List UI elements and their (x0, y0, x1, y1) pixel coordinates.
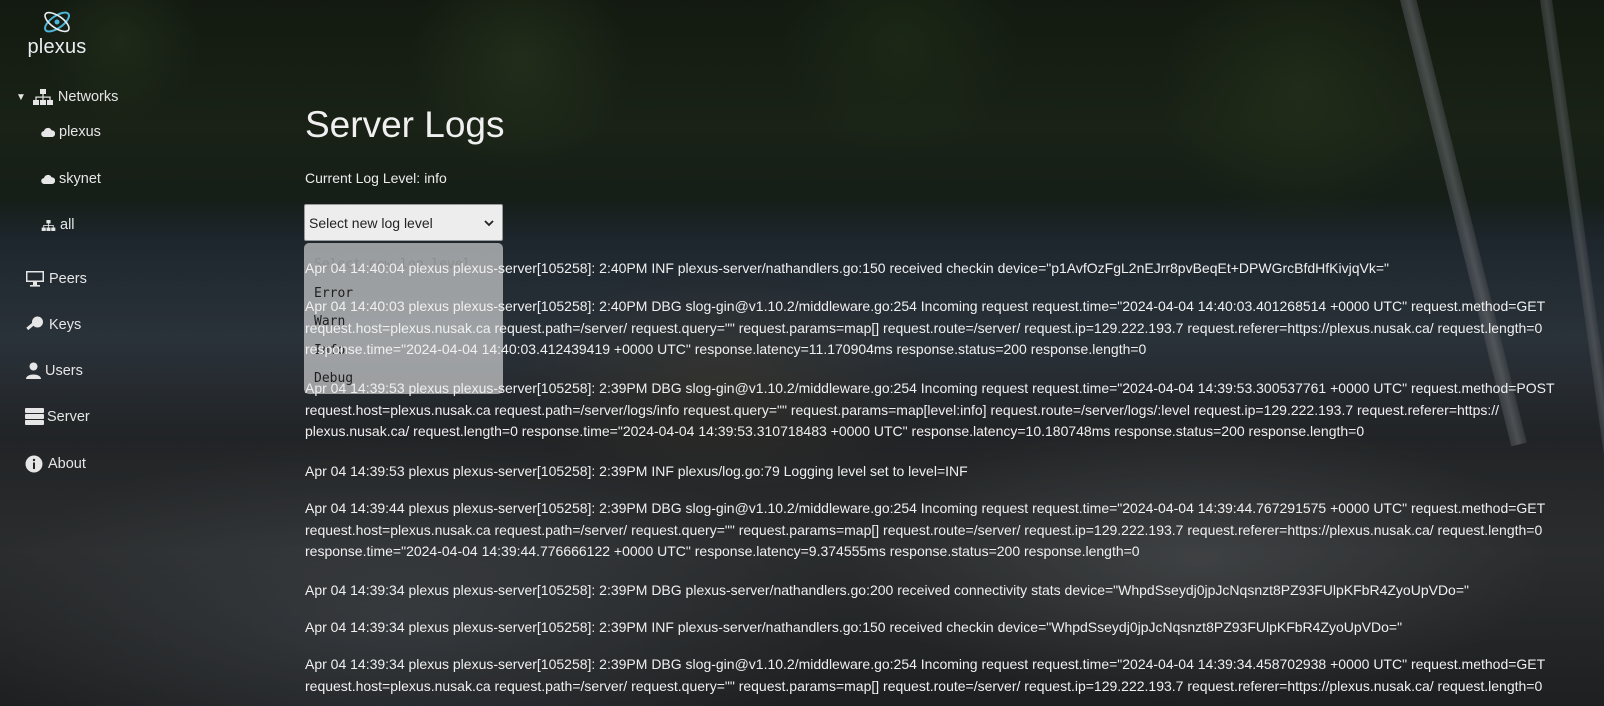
logo-mark-icon (44, 11, 70, 33)
cloud-icon (41, 174, 55, 184)
log-entry: Apr 04 14:40:04 plexus plexus-server[105… (305, 260, 1389, 276)
sidebar-item-label: Peers (49, 270, 87, 287)
server-icon (25, 408, 44, 425)
current-log-level: Current Log Level: info (305, 170, 451, 186)
sidebar-item-server[interactable]: Server (25, 408, 90, 425)
sidebar-item-network-all[interactable]: all (41, 217, 75, 233)
log-entry: Apr 04 14:39:34 plexus plexus-server[105… (305, 656, 1545, 694)
cloud-icon (41, 127, 55, 137)
sidebar-item-label: Users (45, 362, 83, 379)
caret-down-icon: ▼ (16, 91, 26, 103)
sidebar-network-label: plexus (59, 124, 101, 140)
info-icon (25, 455, 43, 473)
monitor-icon (26, 271, 44, 287)
network-icon (32, 89, 53, 105)
sidebar: plexus ▼ Networks plexus skynet all Peer… (0, 0, 140, 706)
current-log-level-value: info (424, 170, 447, 186)
sidebar-networks-label: Networks (57, 89, 119, 105)
user-icon (26, 362, 41, 379)
log-level-select-value: Select new log level (309, 214, 433, 231)
network-icon (41, 219, 56, 231)
log-entry: Apr 04 14:39:34 plexus plexus-server[105… (305, 619, 1403, 635)
brand-name: plexus (27, 36, 87, 58)
plexus-logo[interactable]: plexus (26, 6, 88, 60)
log-entry: Apr 04 14:39:53 plexus plexus-server[105… (305, 380, 1555, 439)
page-title: Server Logs (305, 104, 505, 145)
log-entry: Apr 04 14:39:34 plexus plexus-server[105… (305, 582, 1469, 598)
sidebar-item-peers[interactable]: Peers (25, 270, 87, 287)
sidebar-network-label: all (60, 217, 75, 233)
sidebar-network-label: skynet (59, 171, 101, 187)
log-entry: Apr 04 14:39:53 plexus plexus-server[105… (305, 463, 968, 479)
sidebar-item-about[interactable]: About (25, 455, 86, 473)
sidebar-item-label: Server (47, 408, 90, 425)
sidebar-item-network-skynet[interactable]: skynet (41, 171, 101, 187)
key-icon (26, 316, 43, 331)
sidebar-item-users[interactable]: Users (25, 362, 83, 379)
chevron-down-icon (484, 219, 494, 226)
sidebar-networks-toggle[interactable]: ▼ Networks (16, 88, 118, 106)
sidebar-item-network-plexus[interactable]: plexus (41, 124, 101, 140)
current-log-level-label: Current Log Level: (305, 170, 421, 186)
sidebar-item-label: About (48, 456, 86, 472)
sidebar-item-keys[interactable]: Keys (25, 316, 81, 333)
log-level-select[interactable]: Select new log level (304, 204, 503, 241)
sidebar-item-label: Keys (49, 316, 82, 333)
log-entry: Apr 04 14:40:03 plexus plexus-server[105… (305, 298, 1545, 357)
log-entry: Apr 04 14:39:44 plexus plexus-server[105… (305, 500, 1545, 559)
